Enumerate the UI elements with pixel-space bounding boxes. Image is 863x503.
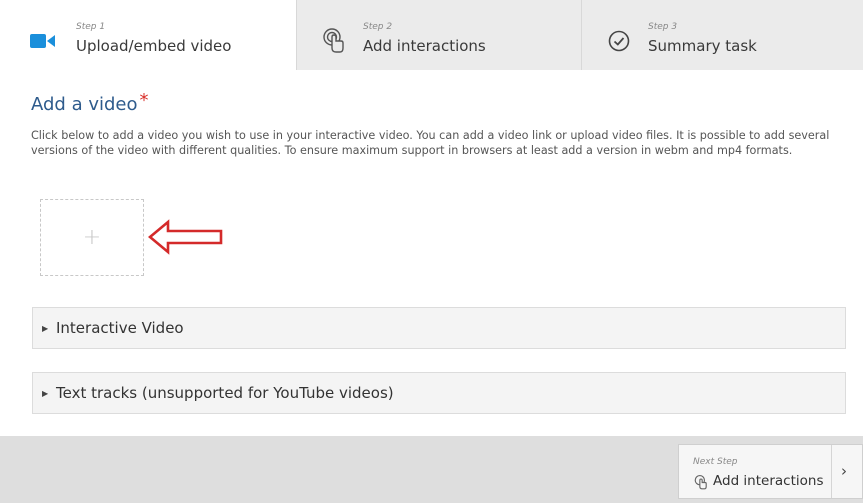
plus-icon: + bbox=[82, 225, 102, 250]
accordion-text-tracks[interactable]: ▶ Text tracks (unsupported for YouTube v… bbox=[32, 372, 846, 414]
caret-right-icon: ▶ bbox=[42, 388, 49, 398]
tab-step-label: Step 3 bbox=[648, 22, 678, 32]
tab-upload-embed-video[interactable]: Step 1 Upload/embed video bbox=[0, 0, 296, 70]
touch-pointer-icon bbox=[321, 28, 347, 54]
description-text: Click below to add a video you wish to u… bbox=[31, 129, 830, 157]
tab-title: Upload/embed video bbox=[76, 37, 232, 55]
accordion-label: Interactive Video bbox=[56, 319, 184, 337]
next-step-title: Add interactions bbox=[713, 473, 824, 489]
accordion-interactive-video[interactable]: ▶ Interactive Video bbox=[32, 307, 846, 349]
left-arrow-icon bbox=[148, 219, 223, 255]
tab-add-interactions[interactable]: Step 2 Add interactions bbox=[296, 0, 581, 70]
required-marker: * bbox=[139, 90, 149, 111]
next-step-label: Next Step bbox=[693, 457, 738, 467]
tab-title: Summary task bbox=[648, 37, 757, 55]
touch-pointer-icon bbox=[694, 475, 708, 490]
step-tabs: Step 1 Upload/embed video Step 2 Add int… bbox=[0, 0, 863, 70]
chevron-right-icon: › bbox=[841, 462, 847, 480]
add-video-button[interactable]: + bbox=[40, 199, 144, 276]
accordion-label: Text tracks (unsupported for YouTube vid… bbox=[56, 384, 394, 402]
page-title: Add a video * bbox=[31, 90, 149, 115]
tab-title: Add interactions bbox=[363, 37, 486, 55]
video-camera-icon bbox=[30, 28, 56, 54]
tab-step-label: Step 2 bbox=[363, 22, 393, 32]
caret-right-icon: ▶ bbox=[42, 323, 49, 333]
check-circle-icon bbox=[606, 28, 632, 54]
button-divider bbox=[831, 445, 832, 498]
page-title-text: Add a video bbox=[31, 94, 138, 115]
tab-summary-task[interactable]: Step 3 Summary task bbox=[581, 0, 863, 70]
next-step-button[interactable]: Next Step Add interactions › bbox=[678, 444, 863, 499]
tab-step-label: Step 1 bbox=[76, 22, 106, 32]
